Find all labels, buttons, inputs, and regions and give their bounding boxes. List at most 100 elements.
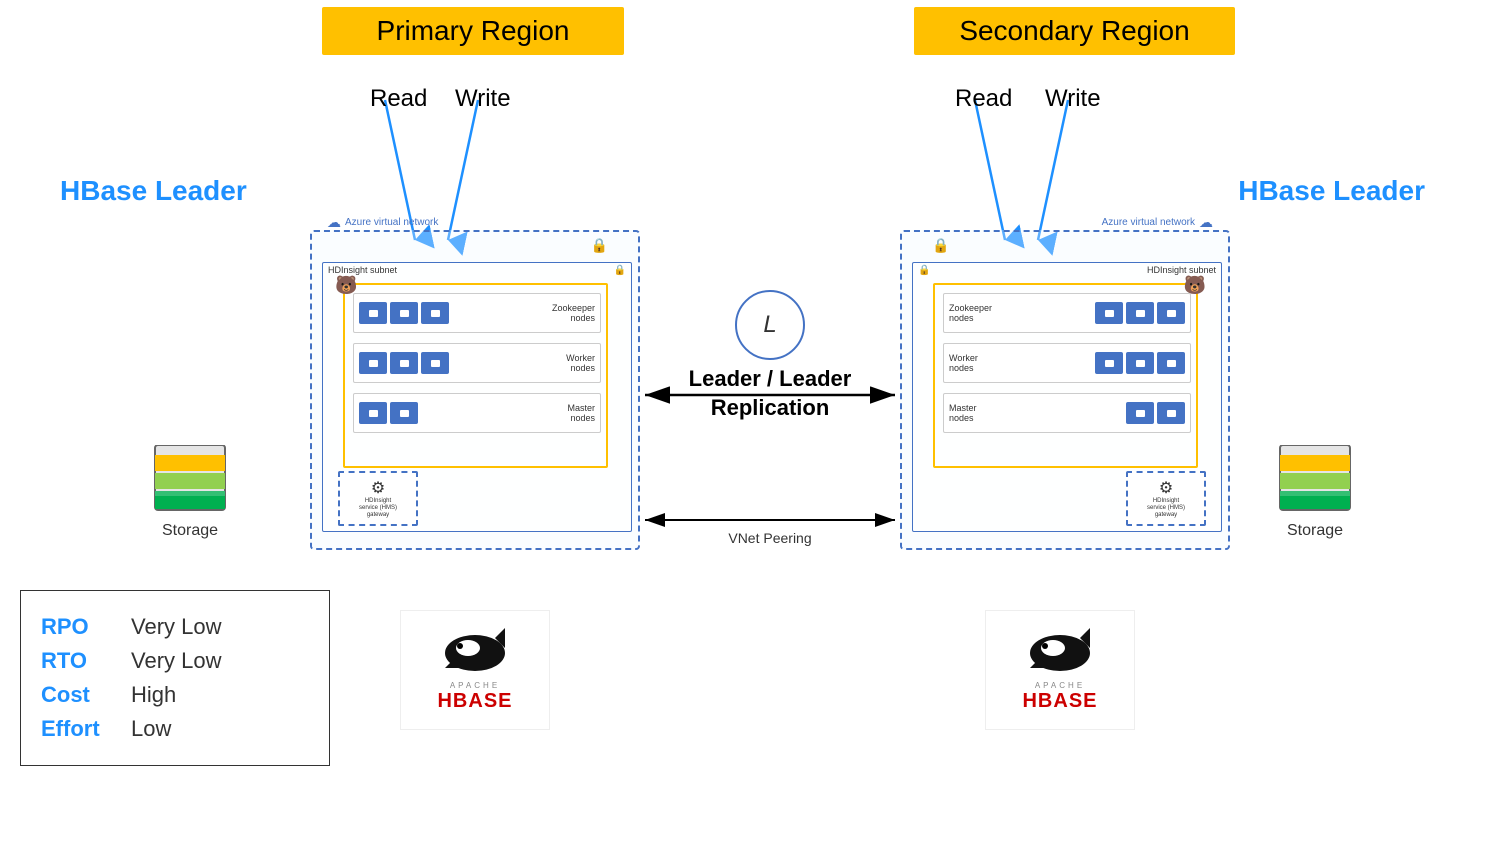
primary-gateway: ⚙ HDInsightservice (HMS)gateway xyxy=(338,471,418,526)
secondary-storage-icon xyxy=(1275,445,1355,515)
primary-zookeeper-row: Zookeepernodes xyxy=(353,293,601,333)
lock-small-secondary: 🔒 xyxy=(918,265,930,276)
circle-label: L xyxy=(763,311,776,339)
cloud-icon-primary: ☁ xyxy=(327,214,341,231)
secondary-master-nodes xyxy=(1121,400,1190,426)
primary-vnet-label: Azure virtual network xyxy=(345,217,438,228)
secondary-zookeeper-nodes xyxy=(1090,300,1190,326)
primary-worker-nodes xyxy=(354,350,454,376)
secondary-storage-container: Storage xyxy=(1275,445,1355,540)
hbase-leader-left: HBase Leader xyxy=(60,175,247,207)
primary-master-row: Masternodes xyxy=(353,393,601,433)
node-box-w2 xyxy=(390,352,418,374)
node-box-w1 xyxy=(359,352,387,374)
primary-zookeeper-nodes xyxy=(354,300,454,326)
effort-row: Effort Low xyxy=(41,716,309,742)
effort-value: Low xyxy=(131,716,171,742)
secondary-region-label: Secondary Region xyxy=(914,7,1235,55)
sec-node-box-zk1 xyxy=(1095,302,1123,324)
sec-worker-label: Workernodes xyxy=(944,353,999,373)
secondary-hbase-logo: APACHE HBASE xyxy=(985,610,1135,730)
node-box-zk2 xyxy=(390,302,418,324)
sec-zookeeper-label: Zookeepernodes xyxy=(944,303,999,323)
primary-storage-label: Storage xyxy=(150,522,230,540)
secondary-nodes-container: 🐻 Zookeepernodes xyxy=(933,283,1198,468)
rpo-row: RPO Very Low xyxy=(41,614,309,640)
primary-read-label: Read xyxy=(370,85,427,113)
primary-bottom-section: HADOOP Edgenode ⚙ HDInsightservice (HMS)… xyxy=(338,476,347,526)
primary-hdinsight-box: HDInsight subnet 🔒 🐻 Zookeepernodes xyxy=(322,262,632,532)
sec-node-box-m2 xyxy=(1157,402,1185,424)
effort-label: Effort xyxy=(41,716,121,742)
cost-row: Cost High xyxy=(41,682,309,708)
primary-storage-container: Storage xyxy=(150,445,230,540)
sec-node-box-zk2 xyxy=(1126,302,1154,324)
secondary-hdinsight-box: HDInsight subnet 🔒 🐻 Zookeepernodes xyxy=(912,262,1222,532)
cost-label: Cost xyxy=(41,682,121,708)
worker-label: Workernodes xyxy=(545,353,600,373)
primary-hdinsight-label: HDInsight subnet xyxy=(328,265,397,275)
replication-text-container: Leader / LeaderReplication xyxy=(635,365,905,422)
lock-small-primary: 🔒 xyxy=(614,265,626,276)
primary-hbase-logo: APACHE HBASE xyxy=(400,610,550,730)
secondary-vnet-label: Azure virtual network xyxy=(1102,217,1195,228)
secondary-worker-nodes xyxy=(1090,350,1190,376)
primary-azure-box: ☁ Azure virtual network 🔒 HDInsight subn… xyxy=(310,230,640,550)
sec-node-box-zk3 xyxy=(1157,302,1185,324)
node-box-zk1 xyxy=(359,302,387,324)
node-box-zk3 xyxy=(421,302,449,324)
secondary-orca-icon xyxy=(1025,628,1095,678)
secondary-hdinsight-label: HDInsight subnet xyxy=(1147,265,1216,275)
node-box-m1 xyxy=(359,402,387,424)
primary-write-label: Write xyxy=(455,85,511,113)
primary-apache-label: APACHE xyxy=(450,681,500,690)
primary-hbase-text: HBASE xyxy=(437,690,512,713)
gateway-label: HDInsightservice (HMS)gateway xyxy=(359,498,397,520)
sec-master-label: Masternodes xyxy=(944,403,999,423)
hbase-leader-right: HBase Leader xyxy=(1238,175,1425,207)
rto-value: Very Low xyxy=(131,648,222,674)
secondary-azure-box: ☁ Azure virtual network 🔒 HDInsight subn… xyxy=(900,230,1230,550)
secondary-storage-label: Storage xyxy=(1275,522,1355,540)
primary-storage-icon xyxy=(150,445,230,515)
main-container: Primary Region Secondary Region HBase Le… xyxy=(0,0,1485,860)
cost-value: High xyxy=(131,682,176,708)
node-box-w3 xyxy=(421,352,449,374)
secondary-zookeeper-row: Zookeepernodes xyxy=(943,293,1191,333)
sec-gateway-icon: ⚙ xyxy=(1159,478,1173,498)
sec-gateway-label: HDInsightservice (HMS)gateway xyxy=(1147,498,1185,520)
vnet-peering-label: VNet Peering xyxy=(635,530,905,546)
sec-node-box-m1 xyxy=(1126,402,1154,424)
secondary-bottom-section: HADOOP Edgenode ⚙ HDInsightservice (HMS)… xyxy=(1197,476,1206,526)
replication-circle: L xyxy=(735,290,805,360)
metrics-box: RPO Very Low RTO Very Low Cost High Effo… xyxy=(20,590,330,766)
primary-orca-icon xyxy=(440,628,510,678)
sec-node-box-w1 xyxy=(1095,352,1123,374)
cloud-icon-secondary: ☁ xyxy=(1199,214,1213,231)
sec-node-box-w2 xyxy=(1126,352,1154,374)
vnet-peering-container: VNet Peering xyxy=(635,530,905,546)
secondary-write-label: Write xyxy=(1045,85,1101,113)
zookeeper-label: Zookeepernodes xyxy=(545,303,600,323)
lock-icon-secondary: 🔒 xyxy=(932,237,949,254)
rto-label: RTO xyxy=(41,648,121,674)
sec-node-box-w3 xyxy=(1157,352,1185,374)
primary-nodes-container: 🐻 Zookeepernodes xyxy=(343,283,608,468)
gateway-icon: ⚙ xyxy=(371,478,385,498)
replication-text: Leader / LeaderReplication xyxy=(635,365,905,422)
secondary-master-row: Masternodes xyxy=(943,393,1191,433)
primary-worker-row: Workernodes xyxy=(353,343,601,383)
secondary-apache-label: APACHE xyxy=(1035,681,1085,690)
lock-icon-primary: 🔒 xyxy=(591,237,608,254)
secondary-worker-row: Workernodes xyxy=(943,343,1191,383)
rpo-label: RPO xyxy=(41,614,121,640)
rto-row: RTO Very Low xyxy=(41,648,309,674)
master-label: Masternodes xyxy=(545,403,600,423)
secondary-hbase-text: HBASE xyxy=(1022,690,1097,713)
primary-master-nodes xyxy=(354,400,423,426)
secondary-gateway: ⚙ HDInsightservice (HMS)gateway xyxy=(1126,471,1206,526)
node-box-m2 xyxy=(390,402,418,424)
secondary-read-label: Read xyxy=(955,85,1012,113)
primary-region-label: Primary Region xyxy=(322,7,624,55)
rpo-value: Very Low xyxy=(131,614,222,640)
